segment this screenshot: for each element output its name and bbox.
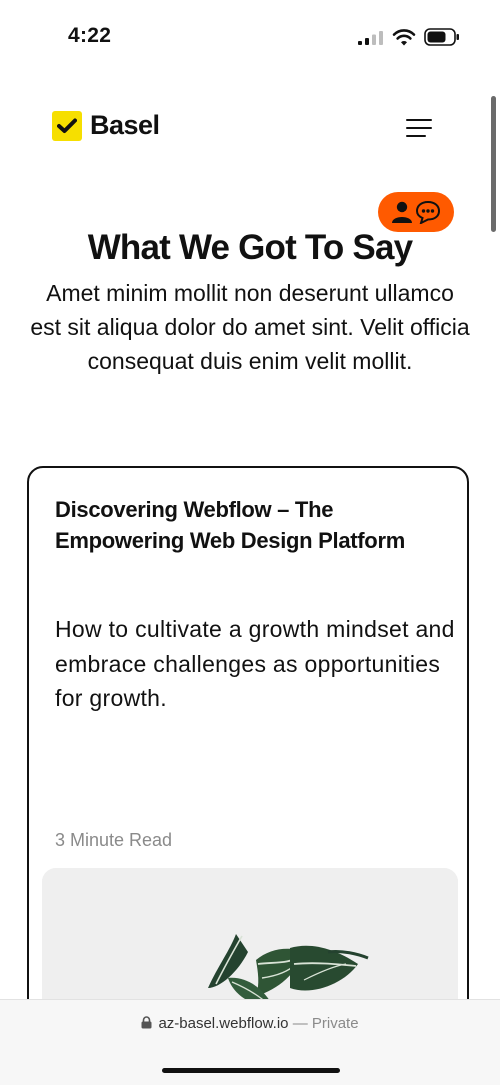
wifi-icon <box>392 29 416 46</box>
blog-card-title[interactable]: Discovering Webflow – The Empowering Web… <box>55 494 435 556</box>
lock-icon <box>141 1016 152 1029</box>
url-domain: az-basel.webflow.io <box>158 1015 289 1032</box>
person-icon <box>392 201 412 223</box>
home-indicator[interactable] <box>162 1068 340 1073</box>
hamburger-menu-icon[interactable] <box>400 114 436 144</box>
chat-widget-button[interactable] <box>378 192 454 232</box>
battery-icon <box>424 28 459 46</box>
blog-card-read-time: 3 Minute Read <box>55 830 173 850</box>
status-bar: 4:22 <box>0 0 500 70</box>
blog-card-description: How to cultivate a growth mindset and em… <box>55 616 455 711</box>
section-subtitle: Amet minim mollit non deserunt ullamco e… <box>30 280 470 374</box>
status-time: 4:22 <box>68 24 112 47</box>
section-title: What We Got To Say <box>87 228 413 267</box>
brand-name: Basel <box>90 110 160 140</box>
page-scrollbar[interactable] <box>491 96 496 232</box>
chat-bubble-icon <box>415 200 441 224</box>
checkmark-icon <box>52 110 82 141</box>
private-mode-label: Private <box>311 1015 359 1032</box>
brand-logo[interactable]: Basel <box>52 110 160 141</box>
browser-address-bar[interactable]: az-basel.webflow.io — Private <box>0 999 500 1085</box>
url-display[interactable]: az-basel.webflow.io — Private <box>0 1015 500 1032</box>
blog-card[interactable]: Discovering Webflow – The Empowering Web… <box>27 466 469 1066</box>
signal-icon <box>358 31 383 45</box>
url-separator: — <box>292 1015 308 1032</box>
